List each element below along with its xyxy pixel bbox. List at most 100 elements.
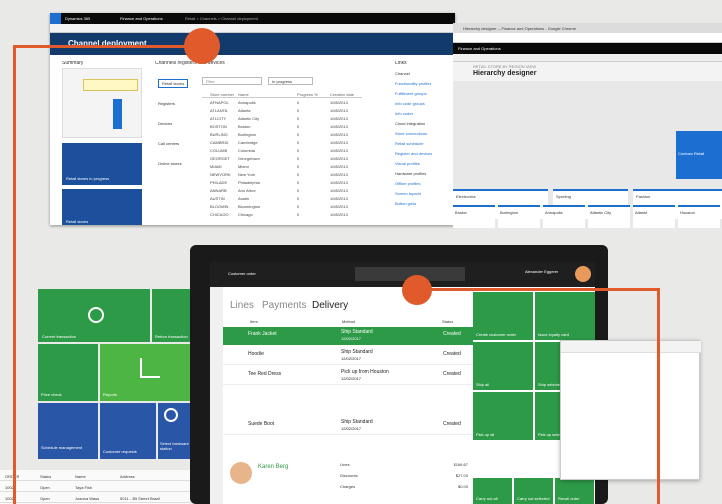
node-contoso-retail-label: Contoso Retail xyxy=(678,151,705,156)
store-node[interactable]: Burlington xyxy=(498,205,540,228)
col-progress[interactable]: Progress % xyxy=(297,91,318,98)
table-row[interactable]: MIAMI Miami 0 10/8/2013 xyxy=(202,163,362,170)
link-item[interactable]: Fulfillment groups xyxy=(395,91,427,96)
waffle-icon[interactable] xyxy=(50,13,61,24)
table-cell: 10/8/2013 xyxy=(330,108,348,113)
list-item[interactable]: ORDERStatusNameAddress xyxy=(0,471,190,481)
table-cell: 10/8/2013 xyxy=(330,188,348,193)
table-row[interactable]: BURLING Burlington 0 10/8/2013 xyxy=(202,131,362,138)
tooltip xyxy=(83,79,138,91)
store-node[interactable]: Boston xyxy=(453,205,495,228)
col-creation-date[interactable]: Creation date xyxy=(330,91,354,98)
table-row[interactable]: ANNARB Ann Arbor 0 10/8/2013 xyxy=(202,187,362,194)
tile-stores-progress[interactable]: Retail stores in progress xyxy=(62,143,142,185)
link-item[interactable]: Register and devices xyxy=(395,151,432,156)
action-tile-label: Pick up all xyxy=(476,432,495,437)
tab-payments[interactable]: Payments xyxy=(262,300,306,311)
store-node[interactable]: Annapolis xyxy=(543,205,585,228)
chrome-tab-title[interactable]: Hierarchy designer -- Finance and Operat… xyxy=(463,26,576,31)
action-tile[interactable]: Carry out selected xyxy=(514,478,553,504)
line-date: 12/02/2017 xyxy=(341,356,362,361)
table-cell: 0 xyxy=(297,172,300,177)
breadcrumb[interactable]: Retail > Channels > Channel deployment xyxy=(185,16,258,21)
link-item[interactable]: Hardware profiles xyxy=(395,171,426,176)
table-row[interactable]: COLUMB Columbia 0 10/8/2013 xyxy=(202,147,362,154)
table-row[interactable]: AFNAPOL Annapolis 0 10/8/2013 xyxy=(202,99,362,106)
list-item-registers[interactable]: Registers xyxy=(158,101,175,106)
filter-input[interactable]: Filter xyxy=(202,77,262,85)
order-line[interactable]: Frank Jacket Ship Standard 12/02/2017 Creat… xyxy=(223,327,473,345)
node-electronics-label: Electronics xyxy=(456,194,476,199)
order-line[interactable]: Suede Boot Ship Standard 12/02/2017 Created xyxy=(223,417,473,435)
user-name[interactable]: Alexander Eggerer xyxy=(525,269,558,274)
link-item[interactable]: Screen layouts xyxy=(395,191,421,196)
tab-delivery[interactable]: Delivery xyxy=(312,300,348,311)
list-item[interactable]: 10025 Open Taya Fish xyxy=(0,482,190,492)
action-tile[interactable]: Ship all xyxy=(473,342,533,390)
col-name[interactable]: Name xyxy=(238,91,249,98)
action-tile[interactable]: Pick up all xyxy=(473,392,533,440)
links-heading: Links xyxy=(395,61,407,66)
list-item[interactable]: 10024 Open Joanna Wass 5011 - 3B Street Bra… xyxy=(0,493,190,503)
line-status: Created xyxy=(443,371,461,377)
nav-rail xyxy=(210,287,223,504)
table-row[interactable]: GEORGET Georgetown 0 10/8/2013 xyxy=(202,155,362,162)
link-item[interactable]: Info code groups xyxy=(395,101,425,106)
col-store-number[interactable]: Store number xyxy=(210,91,234,98)
tile-current-transaction[interactable]: Current transaction xyxy=(38,289,150,342)
list-item-devices[interactable]: Devices xyxy=(158,121,172,126)
list-item-call-centers[interactable]: Call centers xyxy=(158,141,179,146)
customer-name[interactable]: Karen Berg xyxy=(258,464,288,470)
link-item[interactable]: Retail scheduler xyxy=(395,141,424,146)
link-item[interactable]: Info codes xyxy=(395,111,413,116)
status-dropdown[interactable]: In progress xyxy=(268,77,313,85)
store-node[interactable]: Atlantic City xyxy=(588,205,630,228)
line-status: Created xyxy=(443,421,461,427)
line-item: Suede Boot xyxy=(248,421,275,427)
order-line[interactable]: Tee Red Dress Pick up from Houston 12/02/2… xyxy=(223,367,473,385)
table-row[interactable]: CAMBRID Cambridge 0 10/8/2013 xyxy=(202,139,362,146)
link-item[interactable]: Visual profiles xyxy=(395,161,420,166)
action-tile[interactable]: Create customer order xyxy=(473,292,533,340)
store-node-label: Atlanta xyxy=(635,210,648,215)
tile-price-check[interactable]: Price check xyxy=(38,344,98,401)
table-row[interactable]: BLOOMIN Bloomington 0 10/8/2013 xyxy=(202,203,362,210)
chrome-app-name[interactable]: Finance and Operations xyxy=(458,46,501,51)
link-item[interactable]: Channel xyxy=(395,71,410,76)
table-cell: 10/8/2013 xyxy=(330,100,348,105)
callout-dot xyxy=(184,28,220,64)
link-item[interactable]: Functionality profiles xyxy=(395,81,431,86)
action-tile[interactable]: Carry out all xyxy=(473,478,512,504)
table-row[interactable]: BOSTON Boston 0 10/8/2013 xyxy=(202,123,362,130)
action-tile[interactable]: Issue loyalty card xyxy=(535,292,595,340)
tab-lines[interactable]: Lines xyxy=(230,300,254,311)
store-node[interactable]: Atlanta xyxy=(633,205,675,228)
table-row[interactable]: CHICAGO Chicago 0 10/8/2013 xyxy=(202,211,362,218)
table-row[interactable]: ATLANTA Atlanta 0 10/8/2013 xyxy=(202,107,362,114)
table-row[interactable]: PHILADE Philadelphia 0 10/8/2013 xyxy=(202,179,362,186)
tile-customer-requests[interactable]: Customer requests xyxy=(100,403,156,459)
order-line[interactable]: Hoodie Ship Standard 12/02/2017 Created xyxy=(223,347,473,365)
tile-reports[interactable]: Reports xyxy=(100,344,198,401)
action-tile[interactable]: Recall order xyxy=(555,478,594,504)
callout-line xyxy=(13,45,16,504)
link-item[interactable]: Button grids xyxy=(395,201,416,206)
tile-stores[interactable]: Retail stores xyxy=(62,189,142,225)
avatar[interactable] xyxy=(575,266,591,282)
tile-schedule-management[interactable]: Schedule management xyxy=(38,403,98,459)
node-contoso-retail[interactable]: Contoso Retail xyxy=(676,131,722,179)
link-item[interactable]: Store connections xyxy=(395,131,427,136)
app-name[interactable]: Dynamics 365 xyxy=(65,16,90,21)
list-item-online-stores[interactable]: Online stores xyxy=(158,161,182,166)
address-bar[interactable] xyxy=(453,33,722,43)
table-row[interactable]: ATLCITY Atlantic City 0 10/8/2013 xyxy=(202,115,362,122)
table-row[interactable]: NEWYORK New York 0 10/8/2013 xyxy=(202,171,362,178)
app-bar: Dynamics 365 Finance and Operations Reta… xyxy=(50,13,455,24)
store-node[interactable]: Houston xyxy=(678,205,720,228)
link-item[interactable]: Cloud integration xyxy=(395,121,425,126)
module-name[interactable]: Finance and Operations xyxy=(120,16,163,21)
link-item[interactable]: Offline profiles xyxy=(395,181,421,186)
table-row[interactable]: AUSTIN Austin 0 10/8/2013 xyxy=(202,195,362,202)
table-cell: MIAMI xyxy=(210,164,222,169)
list-item-retail-stores[interactable]: Retail stores xyxy=(158,79,189,88)
